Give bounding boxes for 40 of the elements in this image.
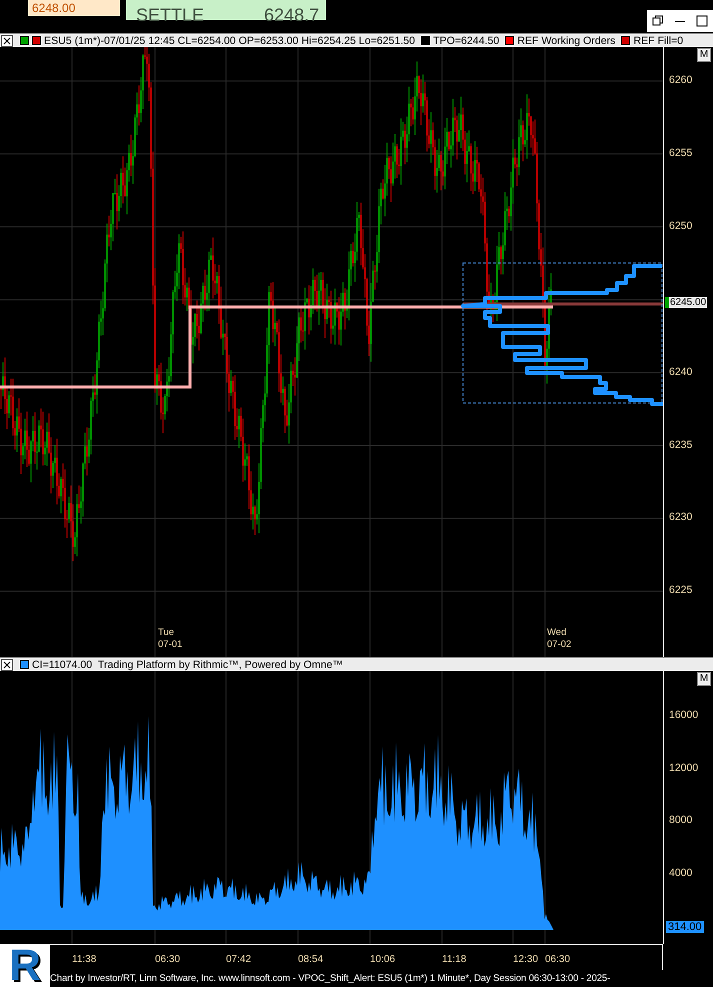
legend-label: TPO=6244.50 xyxy=(433,34,500,46)
price-tick-label: 6260 xyxy=(669,74,692,86)
restore-icon[interactable] xyxy=(652,15,664,27)
price-tick-label: 6240 xyxy=(669,366,692,378)
close-icon[interactable] xyxy=(1,658,13,670)
last-volume-tag: 314.00 xyxy=(666,921,704,933)
price-tick-label: 6230 xyxy=(669,511,692,524)
symbol-quote-text: ESU5 (1m*)-07/01/25 12:45 CL=6254.00 OP=6253.00 Hi=6254.25 Lo=6251.50 xyxy=(44,34,416,46)
m-button[interactable]: M xyxy=(697,672,711,686)
m-button[interactable]: M xyxy=(697,48,711,62)
date-label: 07-02 xyxy=(547,639,572,651)
time-label: 06:30 xyxy=(545,954,570,965)
legend-label: REF Working Orders xyxy=(517,34,616,46)
price-tick-label: 6255 xyxy=(669,146,692,159)
date-label: 07-01 xyxy=(158,639,182,651)
settle-panel: SETTLE 6248.7 xyxy=(126,0,326,20)
close-icon[interactable] xyxy=(1,34,13,46)
time-label: 08:54 xyxy=(298,954,324,965)
indicator-legend-text: CI=11074.00 Trading Platform by Rithmic™, Powered by Omne™ xyxy=(32,658,343,670)
time-label: 06:30 xyxy=(155,954,180,965)
last-price-tag: 6245.00 xyxy=(665,297,708,308)
price-tick-label: 6225 xyxy=(669,584,692,596)
price-tick-label: 6235 xyxy=(669,438,692,450)
footer-text: Chart by Investor/RT, Linn Software, Inc. www.linnsoft.com - VPOC_Shift_Alert: ESU5 (1m*) 1 Minute*, Day Session 06:30-13:00 - 2025- xyxy=(50,972,612,986)
date-label: Tue xyxy=(158,627,176,639)
maximize-icon[interactable] xyxy=(696,15,708,27)
logo: R xyxy=(0,944,50,987)
volume-tick-label: 8000 xyxy=(669,814,692,826)
legend-label: REF Fill=0 xyxy=(633,34,684,46)
volume-tick-label: 12000 xyxy=(669,762,698,774)
price-tick-label: 6250 xyxy=(669,220,692,232)
time-label: 11:38 xyxy=(72,954,96,965)
volume-tick-label: 4000 xyxy=(669,867,692,880)
volume-tick-label: 16000 xyxy=(669,709,698,721)
quote-cell: 6248.00 xyxy=(28,0,120,16)
time-label: 12:30 xyxy=(513,954,538,965)
time-label: 11:18 xyxy=(442,954,466,965)
time-label: 10:06 xyxy=(370,954,396,965)
date-label: Wed xyxy=(547,627,568,639)
time-label: 07:42 xyxy=(226,954,252,965)
